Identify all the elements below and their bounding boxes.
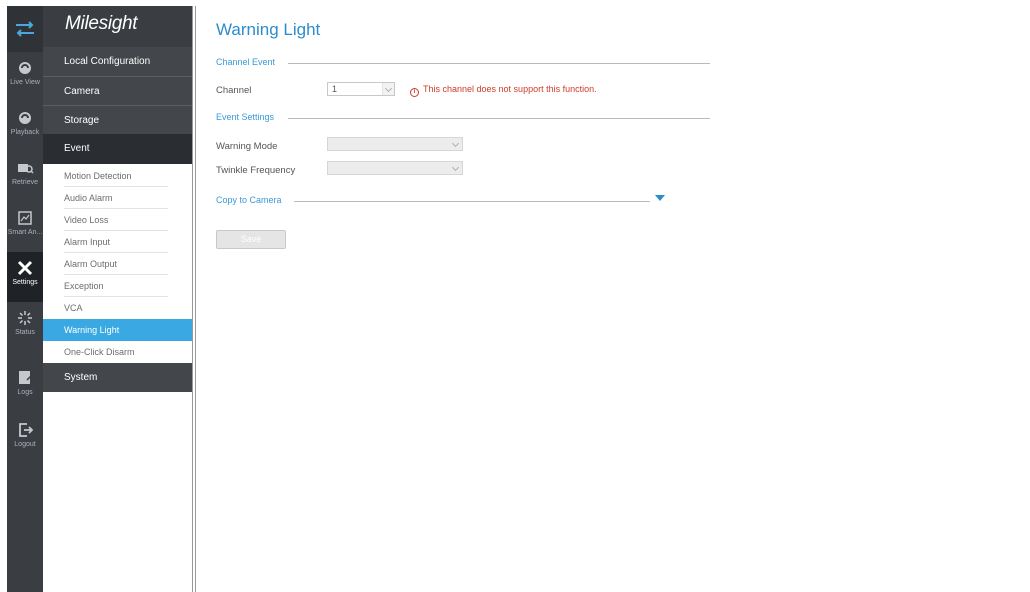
logout-icon xyxy=(19,423,34,437)
menu-item-video-loss[interactable]: Video Loss xyxy=(43,209,192,231)
menu-item-vca[interactable]: VCA xyxy=(43,297,192,319)
menu-system[interactable]: System xyxy=(43,363,192,392)
switch-view-button[interactable] xyxy=(7,6,43,52)
rail-item-live-view[interactable]: Live View xyxy=(7,52,43,102)
rail-label: Smart An... xyxy=(7,229,43,236)
menu-local-configuration[interactable]: Local Configuration xyxy=(43,47,192,76)
playback-icon xyxy=(19,112,31,124)
rail-label: Playback xyxy=(10,129,40,136)
settings-icon xyxy=(17,260,33,276)
section-label: Event Settings xyxy=(216,112,275,122)
menu-item-label: Alarm Input xyxy=(64,237,111,247)
menu-item-label: Alarm Output xyxy=(64,259,118,269)
icon-rail: Live View Playback Retrieve Smart An... … xyxy=(7,6,43,592)
menu-item-label: Audio Alarm xyxy=(64,193,113,203)
channel-value: 1 xyxy=(332,84,338,94)
save-button[interactable]: Save xyxy=(216,230,286,249)
twinkle-frequency-label: Twinkle Frequency xyxy=(216,165,296,176)
rail-item-settings[interactable]: Settings xyxy=(7,252,43,302)
rail-label: Live View xyxy=(10,79,40,86)
section-divider xyxy=(288,118,710,119)
menu-item-label: Video Loss xyxy=(64,215,109,225)
retrieve-icon xyxy=(18,164,34,174)
settings-menu: Milesight Local Configuration Camera Sto… xyxy=(43,6,196,592)
menu-item-exception[interactable]: Exception xyxy=(43,275,192,297)
twinkle-frequency-select[interactable] xyxy=(327,161,463,175)
channel-warning-text: This channel does not support this funct… xyxy=(423,84,597,94)
rail-item-smart-analysis[interactable]: Smart An... xyxy=(7,202,43,252)
rail-item-logout[interactable]: Logout xyxy=(7,414,43,464)
menu-event[interactable]: Event xyxy=(43,134,192,164)
rail-item-logs[interactable]: Logs xyxy=(7,362,43,412)
menu-camera[interactable]: Camera xyxy=(43,76,192,105)
menu-item-motion-detection[interactable]: Motion Detection xyxy=(43,165,192,187)
brand-name: Milesight xyxy=(65,13,138,34)
rail-item-playback[interactable]: Playback xyxy=(7,102,43,152)
menu-item-audio-alarm[interactable]: Audio Alarm xyxy=(43,187,192,209)
channel-label: Channel xyxy=(216,85,252,96)
menu-item-label: Exception xyxy=(64,281,104,291)
rail-label: Settings xyxy=(12,279,38,286)
warning-mode-select[interactable] xyxy=(327,137,463,151)
menu-item-label: Motion Detection xyxy=(64,171,132,181)
menu-item-warning-light[interactable]: Warning Light xyxy=(43,319,192,341)
smart-analysis-icon xyxy=(18,211,32,225)
rail-item-retrieve[interactable]: Retrieve xyxy=(7,152,43,202)
section-event-settings: Event Settings xyxy=(216,112,710,122)
section-channel-event: Channel Event xyxy=(216,57,710,67)
brand-logo: Milesight xyxy=(43,6,192,47)
chevron-down-icon xyxy=(382,83,394,95)
copy-to-camera-label: Copy to Camera xyxy=(216,195,282,205)
section-label: Channel Event xyxy=(216,57,276,67)
rail-label: Retrieve xyxy=(11,179,39,186)
menu-item-alarm-input[interactable]: Alarm Input xyxy=(43,231,192,253)
copy-to-camera-toggle[interactable]: Copy to Camera xyxy=(216,195,650,205)
menu-item-label: Warning Light xyxy=(64,325,120,335)
section-divider xyxy=(294,201,650,202)
menu-storage[interactable]: Storage xyxy=(43,105,192,134)
page-title: Warning Light xyxy=(216,20,321,39)
chevron-down-icon xyxy=(450,138,462,150)
info-icon: i xyxy=(410,88,419,97)
swap-arrows-icon xyxy=(16,21,34,37)
rail-item-status[interactable]: Status xyxy=(7,302,43,352)
channel-select[interactable]: 1 xyxy=(327,82,395,96)
menu-item-label: VCA xyxy=(64,303,83,313)
rail-label: Logs xyxy=(17,389,33,396)
menu-item-one-click-disarm[interactable]: One-Click Disarm xyxy=(43,341,192,363)
channel-warning: i This channel does not support this func… xyxy=(410,84,597,97)
menu-item-alarm-output[interactable]: Alarm Output xyxy=(43,253,192,275)
section-divider xyxy=(288,63,710,64)
logs-icon xyxy=(19,371,33,384)
status-icon xyxy=(18,311,32,325)
live-view-icon xyxy=(19,62,31,74)
rail-label: Logout xyxy=(14,441,36,448)
rail-label: Status xyxy=(15,329,35,336)
chevron-down-icon xyxy=(450,162,462,174)
warning-mode-label: Warning Mode xyxy=(216,141,278,152)
expand-triangle-icon[interactable] xyxy=(655,195,665,201)
menu-item-label: One-Click Disarm xyxy=(64,347,135,357)
